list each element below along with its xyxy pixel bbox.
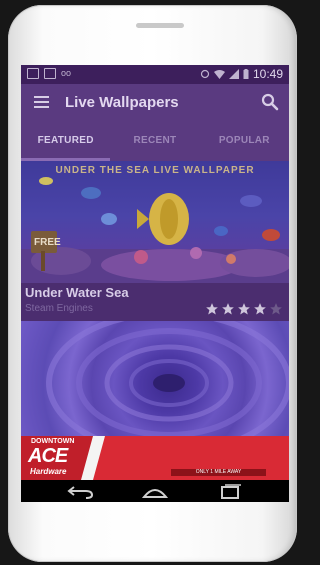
back-icon[interactable] bbox=[66, 483, 96, 499]
alarm-icon bbox=[200, 69, 210, 79]
rating-stars bbox=[205, 302, 283, 316]
wallpaper-title: Under Water Sea bbox=[25, 285, 129, 300]
star-empty-icon bbox=[270, 303, 282, 315]
signal-icon bbox=[228, 69, 239, 79]
star-filled-icon bbox=[238, 303, 250, 315]
notification-icons: oo bbox=[27, 68, 71, 79]
wallpaper-banner-text: UNDER THE SEA LIVE WALLPAPER bbox=[55, 165, 255, 176]
tunnel-image bbox=[46, 321, 289, 436]
recents-icon[interactable] bbox=[215, 483, 245, 499]
wallpaper-thumbnail[interactable]: UNDER THE SEA LIVE WALLPAPER FREE bbox=[21, 161, 289, 283]
home-icon[interactable] bbox=[140, 483, 170, 499]
notification-icon bbox=[27, 68, 39, 79]
star-filled-icon bbox=[254, 303, 266, 315]
wallpaper-developer: Steam Engines bbox=[25, 303, 93, 314]
battery-icon bbox=[243, 69, 249, 79]
phone-speaker bbox=[136, 23, 184, 28]
free-badge: FREE bbox=[34, 237, 61, 248]
tab-featured[interactable]: FEATURED bbox=[21, 120, 111, 161]
clock: 10:49 bbox=[252, 67, 283, 81]
ad-slash-divider bbox=[81, 436, 105, 480]
voicemail-icon: oo bbox=[61, 68, 72, 78]
wallpaper-card-tunnel[interactable] bbox=[21, 321, 289, 436]
star-filled-icon bbox=[222, 303, 234, 315]
underwater-scene-image bbox=[21, 177, 289, 283]
nav-bar bbox=[21, 480, 289, 502]
system-icons: 10:49 bbox=[200, 67, 283, 81]
tab-popular[interactable]: POPULAR bbox=[200, 120, 289, 161]
status-bar: oo 10:49 bbox=[21, 65, 289, 84]
ad-brand-sub: Hardware bbox=[30, 467, 67, 476]
tab-bar: FEATURED RECENT POPULAR bbox=[21, 120, 289, 161]
wifi-icon bbox=[213, 70, 225, 79]
ad-strip: ONLY 1 MILE AWAY bbox=[171, 469, 266, 476]
wallpaper-card[interactable]: UNDER THE SEA LIVE WALLPAPER FREE Under … bbox=[21, 161, 289, 321]
menu-icon[interactable] bbox=[34, 96, 49, 108]
ad-brand: ACE bbox=[28, 445, 68, 467]
app-toolbar: Live Wallpapers bbox=[21, 84, 289, 120]
ad-banner[interactable]: DOWNTOWN ACE Hardware ONLY 1 MILE AWAY bbox=[21, 436, 289, 480]
page-title: Live Wallpapers bbox=[65, 94, 179, 111]
ad-tagline: DOWNTOWN bbox=[31, 438, 75, 445]
tab-recent[interactable]: RECENT bbox=[110, 120, 199, 161]
search-icon[interactable] bbox=[261, 93, 279, 111]
star-filled-icon bbox=[206, 303, 218, 315]
image-icon bbox=[44, 68, 56, 79]
